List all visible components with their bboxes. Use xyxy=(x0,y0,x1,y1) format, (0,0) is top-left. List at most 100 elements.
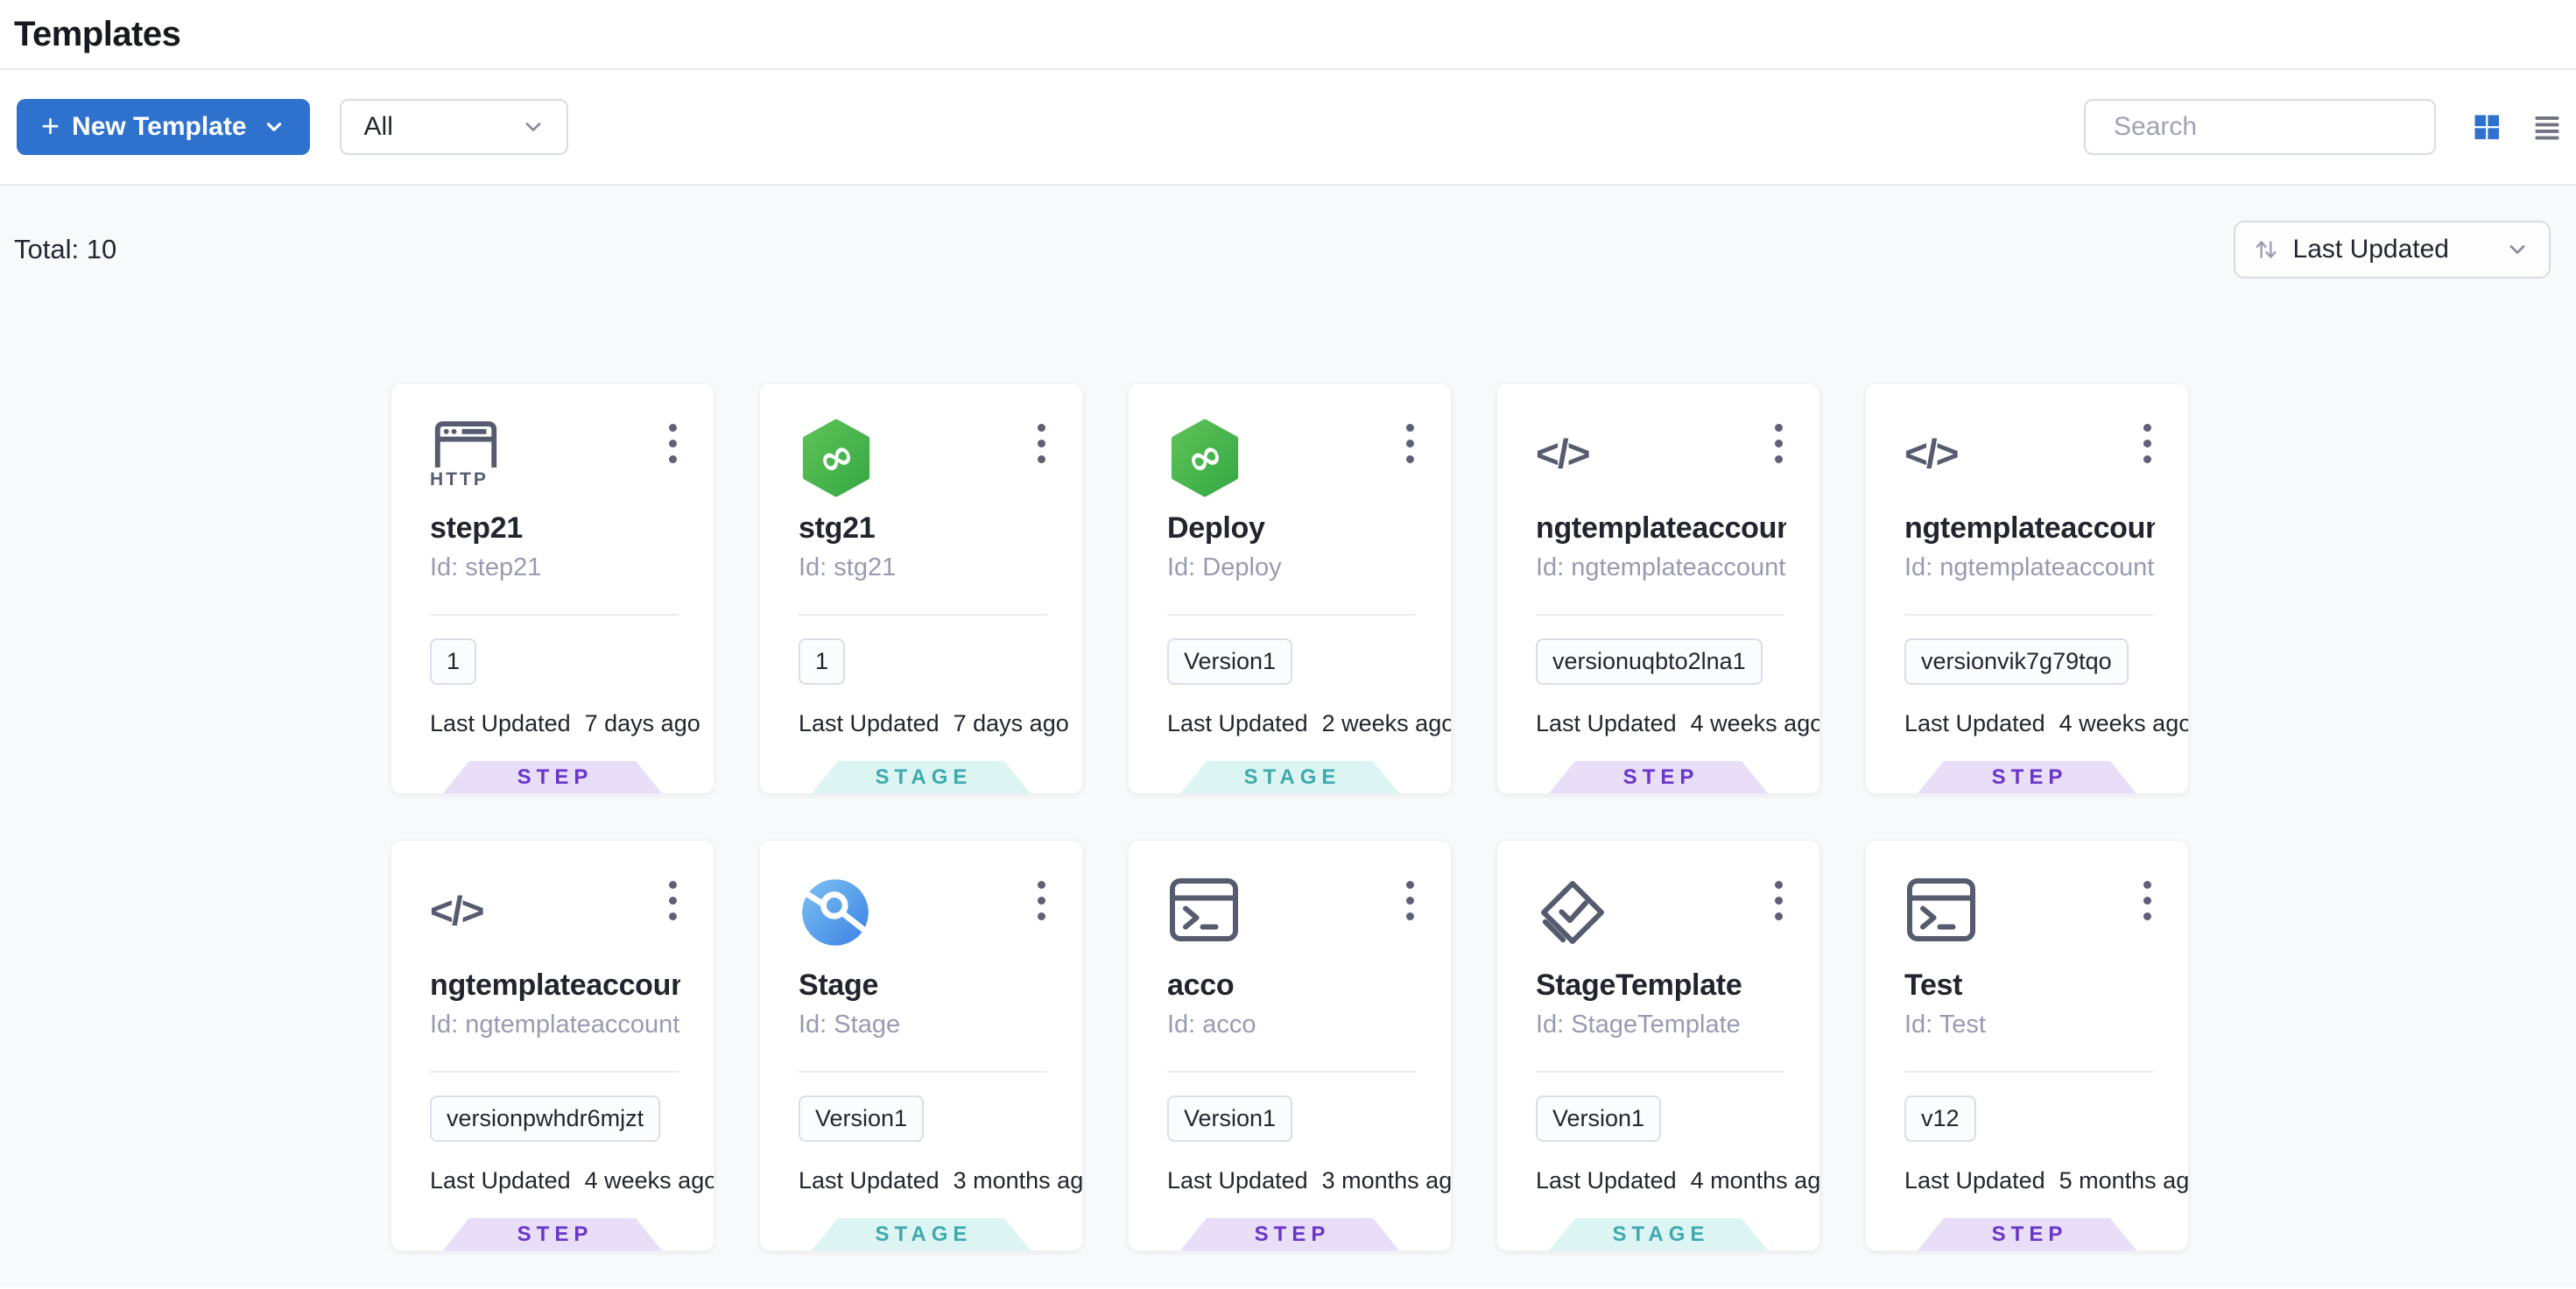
stage-icon xyxy=(799,876,872,949)
template-card[interactable]: acco Id: acco Version1 Last Updated 3 mo… xyxy=(1128,840,1452,1251)
last-updated-label: Last Updated xyxy=(799,1167,940,1194)
last-updated-value: 2 weeks ago xyxy=(1322,710,1452,737)
cd-icon: ∞ xyxy=(1167,419,1242,497)
last-updated-value: 4 weeks ago xyxy=(1691,710,1820,737)
card-menu-button[interactable] xyxy=(1403,876,1418,926)
chevron-down-icon xyxy=(2505,237,2530,262)
template-card[interactable]: ∞ Deploy Id: Deploy Version1 Last Update… xyxy=(1128,383,1452,794)
template-id: Id: ngtemplateaccountk... xyxy=(1904,553,2155,582)
chevron-down-icon xyxy=(521,115,545,139)
last-updated-row: Last Updated 7 days ago xyxy=(799,710,1049,737)
total-count: Total: 10 xyxy=(14,234,116,265)
http-icon: HTTP xyxy=(430,419,502,490)
search-input[interactable] xyxy=(2114,112,2452,142)
last-updated-row: Last Updated 3 months ago xyxy=(799,1167,1049,1194)
last-updated-value: 5 months ago xyxy=(2059,1167,2189,1194)
entity-type-ribbon: STEP xyxy=(1918,1218,2136,1250)
template-card[interactable]: HTTP step21 Id: step21 1 Last Updated 7 … xyxy=(391,383,714,794)
chevron-down-icon xyxy=(263,116,285,138)
entity-type-ribbon: STEP xyxy=(1918,761,2136,793)
card-divider xyxy=(1536,614,1784,616)
entity-type-ribbon: STAGE xyxy=(1180,761,1399,793)
card-menu-button[interactable] xyxy=(2140,419,2155,468)
template-card[interactable]: Stage Id: Stage Version1 Last Updated 3 … xyxy=(759,840,1083,1251)
code-icon: </> xyxy=(430,876,483,946)
last-updated-row: Last Updated 5 months ago xyxy=(1904,1167,2155,1194)
card-divider xyxy=(430,614,679,616)
last-updated-value: 4 months ago xyxy=(1691,1167,1820,1194)
template-name: ngtemplateaccountl... xyxy=(430,969,680,1003)
template-id: Id: stg21 xyxy=(799,553,1049,582)
card-header: </> xyxy=(1904,419,2155,501)
card-header: </> xyxy=(1536,419,1786,501)
template-card[interactable]: </> ngtemplateaccountk... Id: ngtemplate… xyxy=(1865,383,2189,794)
card-divider xyxy=(1904,1071,2153,1073)
template-card[interactable]: </> ngtemplateaccountl... Id: ngtemplate… xyxy=(391,840,714,1251)
entity-type-ribbon: STEP xyxy=(1549,761,1768,793)
last-updated-value: 7 days ago xyxy=(954,710,1069,737)
template-card[interactable]: StageTemplate Id: StageTemplate Version1… xyxy=(1496,840,1820,1251)
last-updated-label: Last Updated xyxy=(799,710,940,737)
card-divider xyxy=(1167,1071,1416,1073)
template-name: StageTemplate xyxy=(1536,969,1786,1003)
card-divider xyxy=(1904,614,2153,616)
card-menu-button[interactable] xyxy=(2140,876,2155,926)
last-updated-row: Last Updated 2 weeks ago xyxy=(1167,710,1418,737)
card-menu-button[interactable] xyxy=(665,876,680,926)
card-menu-button[interactable] xyxy=(665,419,680,468)
template-name: ngtemplateaccountk... xyxy=(1904,511,2155,546)
last-updated-label: Last Updated xyxy=(1904,710,2045,737)
new-template-button[interactable]: + New Template xyxy=(17,99,310,155)
last-updated-label: Last Updated xyxy=(1167,710,1308,737)
version-badge: Version1 xyxy=(1167,638,1292,685)
page-title: Templates xyxy=(14,15,180,54)
page-body: Total: 10 Last Updated xyxy=(0,186,2576,1287)
card-header: HTTP xyxy=(430,419,680,501)
template-id: Id: ngtemplateaccountt9... xyxy=(1536,553,1786,582)
last-updated-row: Last Updated 4 weeks ago xyxy=(430,1167,680,1194)
card-header: ∞ xyxy=(799,419,1049,501)
list-view-icon xyxy=(2531,111,2563,143)
last-updated-label: Last Updated xyxy=(1536,1167,1677,1194)
card-divider xyxy=(1536,1071,1784,1073)
version-badge: versionuqbto2lna1 xyxy=(1536,638,1763,685)
version-badge: Version1 xyxy=(1167,1095,1292,1142)
last-updated-row: Last Updated 4 months ago xyxy=(1536,1167,1786,1194)
last-updated-label: Last Updated xyxy=(1167,1167,1308,1194)
grid-view-button[interactable] xyxy=(2471,111,2502,143)
card-menu-button[interactable] xyxy=(1034,876,1049,926)
card-divider xyxy=(430,1071,679,1073)
version-badge: versionpwhdr6mjzt xyxy=(430,1095,660,1142)
card-menu-button[interactable] xyxy=(1034,419,1049,468)
template-name: Test xyxy=(1904,969,2155,1003)
template-name: stg21 xyxy=(799,511,1049,546)
template-card[interactable]: Test Id: Test v12 Last Updated 5 months … xyxy=(1865,840,2189,1251)
sort-dropdown[interactable]: Last Updated xyxy=(2234,221,2551,278)
template-card[interactable]: </> ngtemplateaccountt... Id: ngtemplate… xyxy=(1496,383,1820,794)
last-updated-value: 3 months ago xyxy=(1322,1167,1452,1194)
template-card[interactable]: ∞ stg21 Id: stg21 1 Last Updated 7 days … xyxy=(759,383,1083,794)
template-name: step21 xyxy=(430,511,680,546)
scope-filter-dropdown[interactable]: All xyxy=(340,99,568,155)
template-name: Stage xyxy=(799,969,1049,1003)
template-id: Id: Test xyxy=(1904,1011,2155,1039)
last-updated-value: 3 months ago xyxy=(954,1167,1083,1194)
card-menu-button[interactable] xyxy=(1771,876,1786,926)
last-updated-label: Last Updated xyxy=(430,710,571,737)
search-box[interactable] xyxy=(2084,99,2436,155)
last-updated-label: Last Updated xyxy=(1904,1167,2045,1194)
template-id: Id: step21 xyxy=(430,553,680,582)
terminal-icon xyxy=(1167,876,1241,944)
entity-type-ribbon: STEP xyxy=(443,1218,662,1250)
card-divider xyxy=(1167,614,1416,616)
card-menu-button[interactable] xyxy=(1771,419,1786,468)
template-grid: HTTP step21 Id: step21 1 Last Updated 7 … xyxy=(391,383,2192,1251)
template-name: ngtemplateaccountt... xyxy=(1536,511,1786,546)
list-summary-row: Total: 10 Last Updated xyxy=(0,186,2576,278)
new-template-label: New Template xyxy=(72,112,247,142)
template-id: Id: Deploy xyxy=(1167,553,1418,582)
list-view-button[interactable] xyxy=(2531,111,2563,143)
card-divider xyxy=(799,1071,1047,1073)
grid-view-icon xyxy=(2471,111,2502,143)
card-menu-button[interactable] xyxy=(1403,419,1418,468)
